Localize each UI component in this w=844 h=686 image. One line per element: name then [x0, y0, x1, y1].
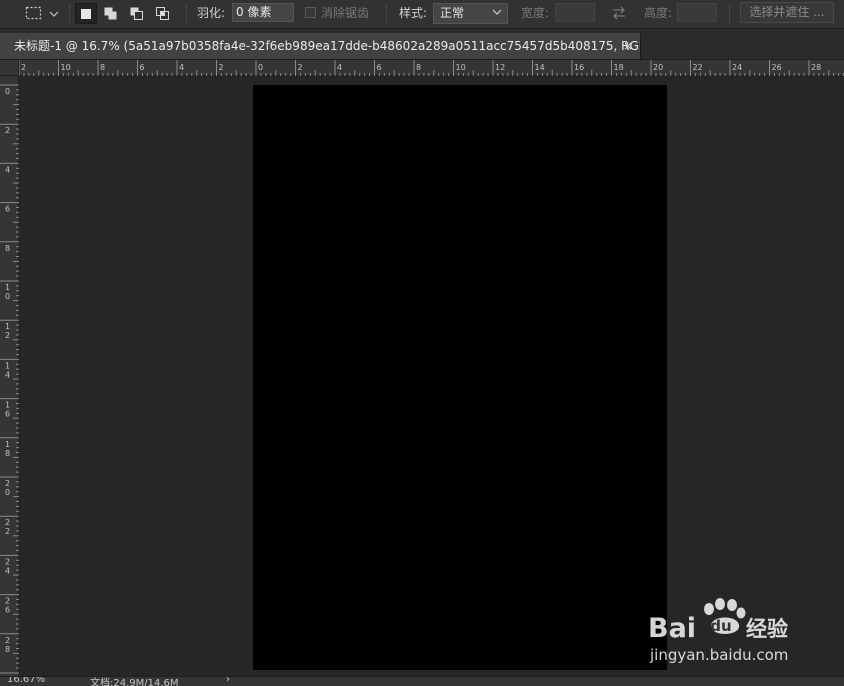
ruler-label: 1: [5, 361, 10, 370]
ruler-label: 28: [811, 63, 821, 72]
ruler-label: 0: [5, 87, 10, 96]
ruler-label: 1: [5, 401, 10, 410]
width-label: 宽度:: [521, 6, 550, 20]
add-to-selection-button[interactable]: [100, 3, 122, 24]
feather-label: 羽化:: [197, 6, 226, 20]
ruler-label: 24: [732, 63, 742, 72]
ruler-label: 2: [5, 527, 10, 536]
ruler-label: 2: [5, 479, 10, 488]
horizontal-ruler[interactable]: 2 10 8 6 4 2 0 2 4 6 8 10 12 14 16 18 20 22 24 26 28: [19, 60, 844, 76]
ruler-label: 2: [5, 331, 10, 340]
document-canvas[interactable]: [253, 85, 667, 670]
subtract-selection-icon: [130, 7, 143, 20]
vertical-ruler[interactable]: 0246810121416182022242628: [0, 76, 19, 676]
ruler-label: 4: [179, 63, 184, 72]
document-tab-title: 未标题-1 @ 16.7% (5a51a97b0358fa4e-32f6eb98…: [14, 39, 641, 53]
new-selection-button[interactable]: [75, 3, 97, 24]
document-tab-bar: 未标题-1 @ 16.7% (5a51a97b0358fa4e-32f6eb98…: [0, 29, 844, 60]
zoom-level[interactable]: 16.67%: [7, 677, 45, 685]
chevron-down-icon: [492, 9, 502, 15]
brand-jingyan-text: 经验: [746, 617, 788, 641]
ruler-label: 2: [219, 63, 224, 72]
ruler-label: 2: [5, 636, 10, 645]
ruler-label: 6: [5, 410, 10, 419]
ruler-label: 4: [337, 63, 342, 72]
height-label: 高度:: [644, 6, 673, 20]
ruler-label: 0: [5, 292, 10, 301]
feather-input[interactable]: 0 像素: [232, 3, 294, 22]
width-input[interactable]: [555, 3, 595, 22]
style-select[interactable]: 正常: [433, 3, 508, 24]
ruler-label: 12: [495, 63, 505, 72]
options-bar: 羽化: 0 像素 消除锯齿 样式: 正常 宽度: 高度: 选择并遮住 ...: [0, 0, 844, 29]
antialias-checkbox[interactable]: [305, 7, 316, 18]
ruler-label: 26: [772, 63, 782, 72]
ruler-label: 10: [61, 63, 71, 72]
ruler-label: 1: [5, 322, 10, 331]
chevron-down-icon: [49, 11, 59, 17]
intersect-selection-button[interactable]: [152, 3, 174, 24]
ruler-label: 4: [5, 165, 10, 174]
ruler-label: 1: [5, 440, 10, 449]
intersect-selection-icon: [156, 7, 169, 20]
ruler-label: 8: [5, 645, 10, 654]
ruler-label: 2: [5, 518, 10, 527]
ruler-label: 6: [377, 63, 382, 72]
new-selection-icon: [81, 9, 91, 19]
watermark-url: jingyan.baidu.com: [649, 646, 788, 664]
ruler-label: 20: [653, 63, 663, 72]
document-tab[interactable]: 未标题-1 @ 16.7% (5a51a97b0358fa4e-32f6eb98…: [0, 33, 641, 59]
ruler-label: 18: [614, 63, 624, 72]
baidu-jingyan-watermark: du Bai 经验 jingyan.baidu.com: [645, 595, 805, 665]
marquee-tool-preset[interactable]: [23, 4, 63, 24]
ruler-label: 2: [5, 597, 10, 606]
ruler-label: 8: [5, 449, 10, 458]
ruler-label: 8: [416, 63, 421, 72]
ruler-label: 10: [456, 63, 466, 72]
select-and-mask-button[interactable]: 选择并遮住 ...: [740, 2, 834, 23]
height-input[interactable]: [677, 3, 717, 22]
brand-du-text: du: [710, 617, 731, 635]
brand-bai-text: Bai: [648, 613, 696, 644]
close-tab-icon[interactable]: ×: [623, 33, 633, 59]
ruler-label: 2: [5, 126, 10, 135]
ruler-label: 0: [258, 63, 263, 72]
ruler-label: 4: [5, 566, 10, 575]
antialias-label: 消除锯齿: [321, 6, 370, 20]
ruler-label: 8: [100, 63, 105, 72]
ruler-label: 6: [5, 606, 10, 615]
ruler-label: 6: [140, 63, 145, 72]
ruler-origin[interactable]: [0, 60, 19, 76]
ruler-label: 2: [298, 63, 303, 72]
ruler-label: 4: [5, 370, 10, 379]
ruler-label: 14: [535, 63, 545, 72]
ruler-label: 1: [5, 283, 10, 292]
rect-marquee-icon: [25, 6, 42, 20]
ruler-label: 2: [21, 63, 26, 72]
status-menu-arrow[interactable]: ›: [226, 677, 230, 685]
add-selection-icon: [104, 7, 117, 20]
ruler-label: 2: [5, 557, 10, 566]
ruler-label: 6: [5, 205, 10, 214]
style-select-value: 正常: [440, 6, 465, 20]
canvas-workspace[interactable]: [19, 76, 844, 676]
ruler-label: 16: [574, 63, 584, 72]
subtract-from-selection-button[interactable]: [126, 3, 148, 24]
style-label: 样式:: [399, 6, 428, 20]
swap-dimensions-icon[interactable]: [611, 6, 627, 20]
ruler-label: 8: [5, 244, 10, 253]
ruler-label: 0: [5, 488, 10, 497]
ruler-label: 22: [693, 63, 703, 72]
